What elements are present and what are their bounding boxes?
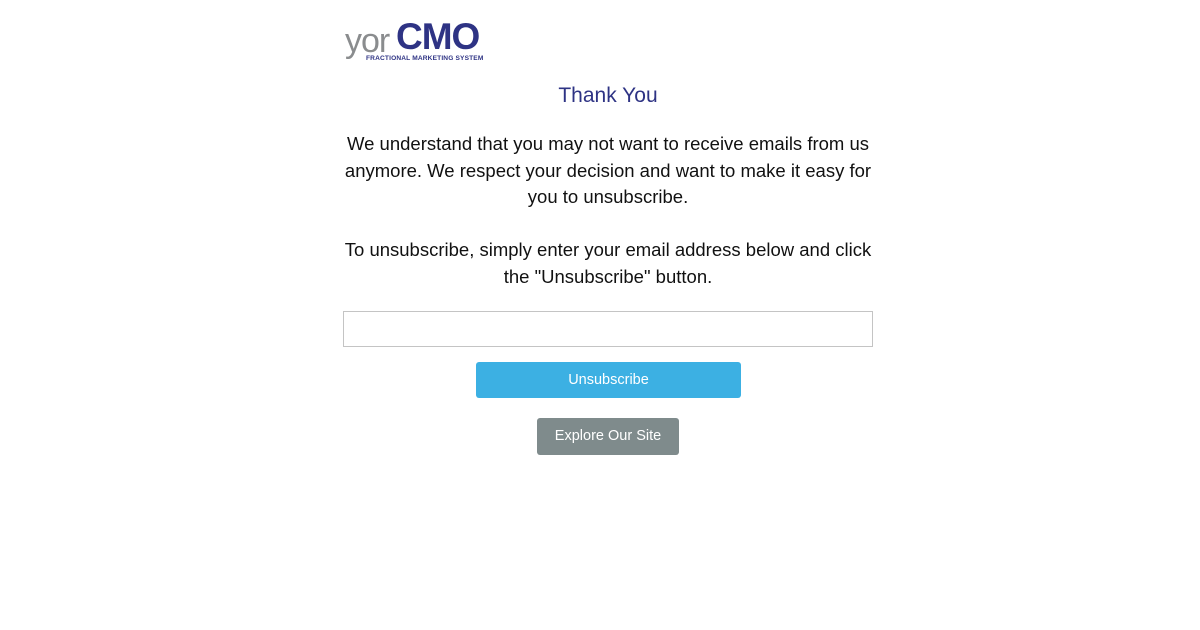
email-input[interactable] (343, 311, 873, 347)
logo-part-yor: yor (345, 22, 390, 60)
logo-tagline: FRACTIONAL MARKETING SYSTEM (366, 55, 484, 62)
instructions-paragraph: To unsubscribe, simply enter your email … (344, 239, 872, 287)
unsubscribe-button[interactable]: Unsubscribe (476, 362, 741, 398)
logo-part-cmo: CMO (396, 16, 480, 57)
unsubscribe-page: yor CMO FRACTIONAL MARKETING SYSTEM Than… (0, 0, 1200, 630)
intro-paragraph: We understand that you may not want to r… (344, 133, 872, 207)
yorcmo-logo: yor CMO FRACTIONAL MARKETING SYSTEM (345, 16, 487, 64)
explore-site-button[interactable]: Explore Our Site (537, 418, 679, 455)
page-title: Thank You (558, 84, 658, 107)
